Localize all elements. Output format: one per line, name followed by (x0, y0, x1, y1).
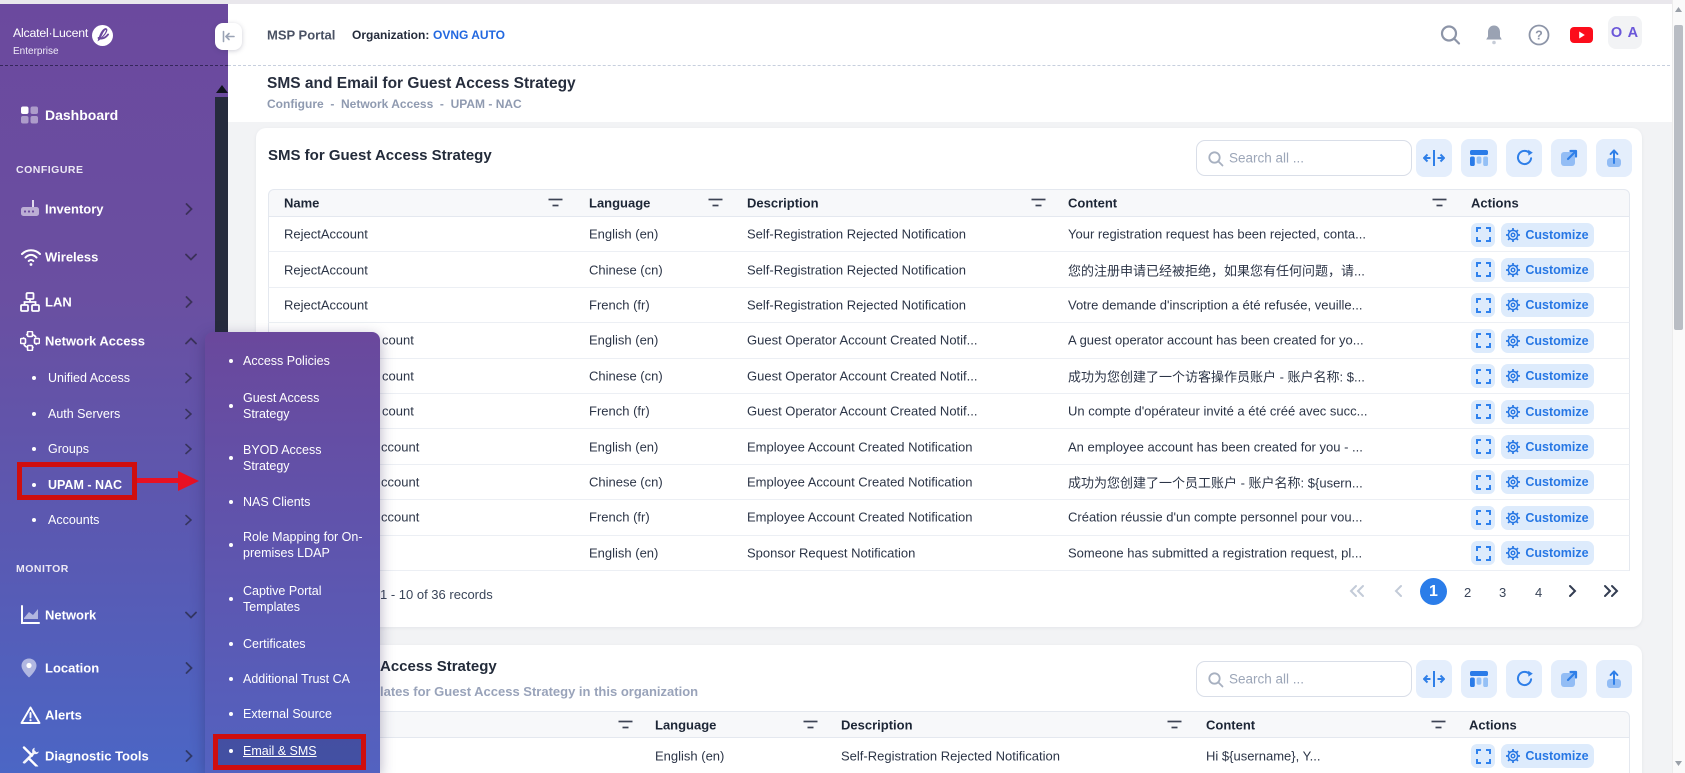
svg-text:?: ? (1535, 28, 1543, 42)
